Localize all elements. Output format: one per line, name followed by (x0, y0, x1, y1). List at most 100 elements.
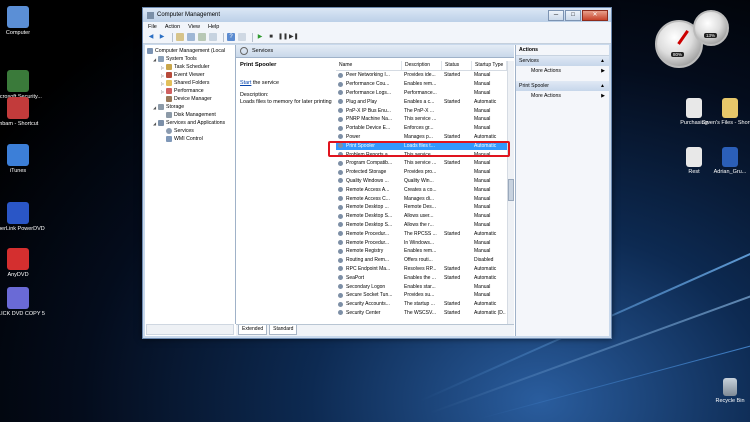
up-icon[interactable] (176, 33, 184, 41)
tree-system-tools[interactable]: ◢ System Tools (153, 55, 197, 63)
table-row[interactable]: Portable Device E... Enforces gr... Manual (336, 124, 507, 133)
back-icon[interactable]: ◀ (147, 33, 155, 41)
desktop-shortcut[interactable]: AnyDVD (0, 248, 48, 279)
computer-management-window[interactable]: Computer Management ─ □ ✕ File Action Vi… (142, 7, 612, 339)
scroll-thumb[interactable] (508, 179, 514, 201)
table-row[interactable]: Remote Desktop ... Remote Des... Manual (336, 203, 507, 212)
desktop-shortcut[interactable]: 1CLICK DVD COPY 5 (0, 287, 48, 318)
title-bar[interactable]: Computer Management ─ □ ✕ (143, 8, 611, 22)
desktop-shortcut[interactable]: Gwen's Files - Shortcut (700, 98, 750, 127)
table-row[interactable]: Program Compatib... This service ... Start… (336, 159, 507, 168)
collapse-icon[interactable]: ▲ (600, 81, 605, 91)
table-row[interactable]: PnP-X IP Bus Enu... The PnP-X ... Manual (336, 106, 507, 115)
table-row[interactable]: Peer Networking I... Provides ide... Start… (336, 71, 507, 80)
shortcut-label: mbam - Shortcut (0, 121, 39, 127)
table-row[interactable]: Quality Windows ... Quality Win... Manual (336, 177, 507, 186)
table-row[interactable]: Performance Logs... Performance... Manual (336, 89, 507, 98)
table-row[interactable]: Remote Desktop S... Allows the r... Manual (336, 221, 507, 230)
start-service-icon[interactable]: ▶ (256, 33, 264, 41)
start-service-link[interactable]: Start (240, 80, 251, 86)
table-row[interactable]: RPC Endpoint Ma... Resolves RP... Started A… (336, 265, 507, 274)
collapse-icon[interactable]: ◢ (153, 105, 157, 110)
tree-services-and-apps[interactable]: ◢ Services and Applications (153, 119, 225, 127)
desktop-shortcut[interactable]: Adrian_Gru... (700, 147, 750, 176)
tree-task-scheduler[interactable]: ▷ Task Scheduler (161, 63, 209, 71)
recycle-bin-icon[interactable]: Recycle Bin (700, 378, 750, 405)
list-vertical-scrollbar[interactable] (507, 61, 514, 324)
actions-section-services[interactable]: Services ▲ (516, 56, 609, 66)
table-row[interactable]: Security Accounts... The startup ... Start… (336, 300, 507, 309)
table-row[interactable]: Plug and Play Enables a c... Started Automa… (336, 97, 507, 106)
tab-extended[interactable]: Extended (238, 325, 268, 335)
menu-action[interactable]: Action (165, 24, 180, 30)
cell-name: Protected Storage (346, 169, 387, 176)
show-hide-tree-icon[interactable] (187, 33, 195, 41)
forward-icon[interactable]: ▶ (158, 33, 166, 41)
cell-startup: Manual (474, 72, 491, 79)
column-status[interactable]: Status (442, 61, 472, 70)
more-actions-services[interactable]: More Actions ▶ (516, 66, 609, 76)
tree-event-viewer[interactable]: ▷ Event Viewer (161, 71, 204, 79)
table-row[interactable]: Secondary Logon Enables star... Manual (336, 282, 507, 291)
column-startup-type[interactable]: Startup Type (472, 61, 507, 70)
help-icon[interactable]: ? (227, 33, 235, 41)
table-row[interactable]: Protected Storage Provides pro... Manual (336, 168, 507, 177)
properties-icon[interactable] (238, 33, 246, 41)
tree-storage[interactable]: ◢ Storage (153, 103, 184, 111)
maximize-button[interactable]: □ (565, 10, 581, 21)
expand-icon[interactable]: ▷ (161, 81, 165, 86)
tree-horizontal-scrollbar[interactable] (146, 324, 234, 335)
tree-wmi-control[interactable]: WMI Control (166, 135, 203, 143)
tree-services[interactable]: Services (166, 127, 194, 135)
collapse-icon[interactable]: ◢ (153, 57, 157, 62)
expand-icon[interactable]: ▷ (161, 73, 165, 78)
table-row[interactable]: Performance Cou... Enables rem... Manual (336, 80, 507, 89)
column-description[interactable]: Description (402, 61, 442, 70)
menu-view[interactable]: View (188, 24, 200, 30)
expand-icon[interactable]: ▷ (161, 65, 165, 70)
desktop-shortcut[interactable]: mbam - Shortcut (0, 97, 48, 128)
shortcut-icon (7, 287, 29, 309)
table-row[interactable]: SeaPort Enables the ... Started Automatic (336, 273, 507, 282)
table-row[interactable]: Remote Access A... Creates a co... Manual (336, 185, 507, 194)
table-row[interactable]: Routing and Rem... Offers routi... Disable… (336, 256, 507, 265)
desktop-shortcut[interactable]: Computer (0, 6, 48, 37)
column-name[interactable]: Name (336, 61, 402, 70)
tree-device-manager[interactable]: Device Manager (166, 95, 212, 103)
restart-service-icon[interactable]: ▶❚ (289, 33, 299, 41)
table-row[interactable]: Security Center The WSCSV... Started Automa… (336, 309, 507, 318)
menu-file[interactable]: File (148, 24, 157, 30)
table-row[interactable]: Remote Access C... Manages di... Manual (336, 194, 507, 203)
table-row[interactable]: Remote Desktop S... Allows user... Manual (336, 212, 507, 221)
menu-help[interactable]: Help (208, 24, 219, 30)
table-row[interactable]: Secure Socket Tun... Provides su... Manual (336, 291, 507, 300)
tree-performance[interactable]: ▷ Performance (161, 87, 204, 95)
desktop-shortcut[interactable]: iTunes (0, 144, 48, 175)
desktop-shortcut[interactable]: CyberLink PowerDVD (0, 202, 48, 233)
export-list-icon[interactable] (209, 33, 217, 41)
refresh-icon[interactable] (198, 33, 206, 41)
cell-name: Quality Windows ... (346, 177, 389, 184)
menu-bar: File Action View Help (143, 22, 611, 31)
table-row[interactable]: PNRP Machine Na... This service ... Manual (336, 115, 507, 124)
minimize-button[interactable]: ─ (548, 10, 564, 21)
pause-service-icon[interactable]: ❚❚ (278, 33, 288, 41)
cell-startup: Manual (474, 107, 491, 114)
close-button[interactable]: ✕ (582, 10, 608, 21)
collapse-icon[interactable]: ◢ (153, 121, 157, 126)
memory-meter-gadget[interactable]: 13% (693, 10, 729, 46)
cell-description: Enables rem... (404, 81, 437, 88)
table-row[interactable]: Remote Registry Enables rem... Manual (336, 247, 507, 256)
table-row[interactable]: Remote Procedur... In Windows... Manual (336, 238, 507, 247)
cell-description: Creates a co... (404, 186, 437, 193)
tree-root[interactable]: Computer Management (Local (147, 47, 225, 55)
collapse-icon[interactable]: ▲ (600, 56, 605, 66)
tab-standard[interactable]: Standard (269, 325, 298, 335)
stop-service-icon[interactable]: ■ (267, 33, 275, 41)
tree-disk-management[interactable]: Disk Management (166, 111, 216, 119)
table-row[interactable]: Remote Procedur... The RPCSS ... Started Au… (336, 229, 507, 238)
tree-shared-folders[interactable]: ▷ Shared Folders (161, 79, 209, 87)
more-actions-print-spooler[interactable]: More Actions ▶ (516, 91, 609, 101)
actions-section-print-spooler[interactable]: Print Spooler ▲ (516, 81, 609, 91)
expand-icon[interactable]: ▷ (161, 89, 165, 94)
